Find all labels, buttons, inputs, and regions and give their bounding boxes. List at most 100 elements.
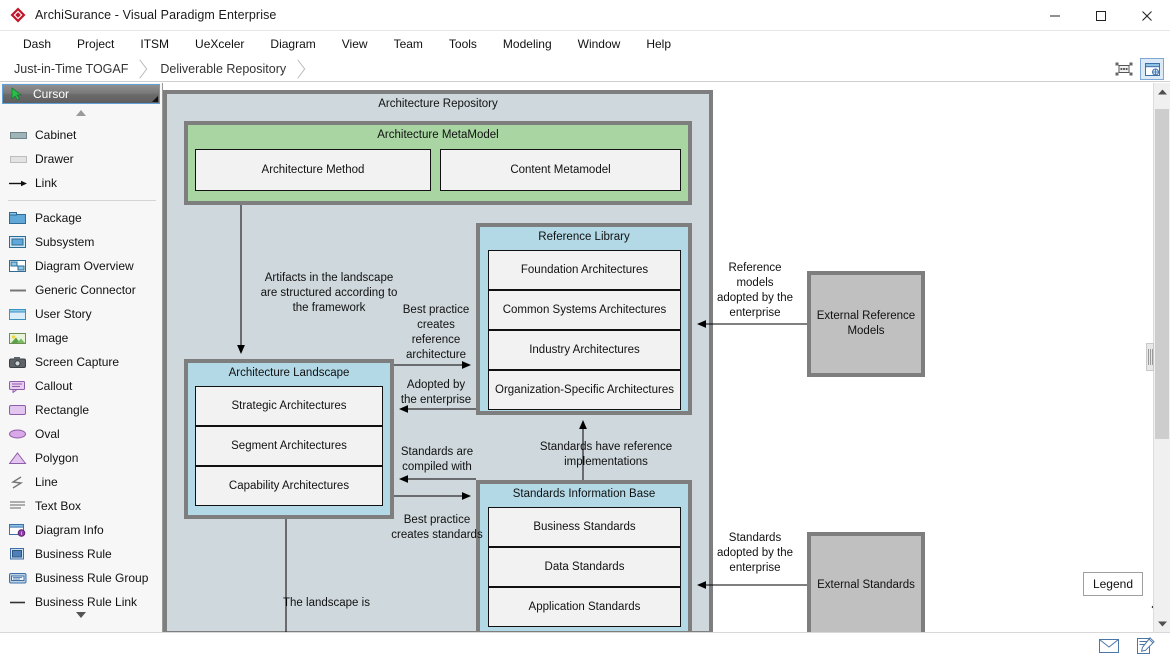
- menu-item-view[interactable]: View: [329, 33, 381, 55]
- close-button[interactable]: [1124, 0, 1170, 31]
- cell-content-metamodel[interactable]: Content Metamodel: [440, 149, 681, 191]
- business-rule-icon: [8, 546, 28, 562]
- shape-reference-library-label: Reference Library: [538, 231, 630, 243]
- cell-data-standards[interactable]: Data Standards: [488, 547, 681, 587]
- shape-architecture-landscape-label: Architecture Landscape: [228, 367, 350, 379]
- palette-item-drawer[interactable]: Drawer: [0, 147, 162, 171]
- scroll-up-arrow-icon[interactable]: [1154, 83, 1170, 100]
- palette-scroll-down-arrow-icon[interactable]: [0, 606, 162, 624]
- palette-item-label: Business Rule Group: [35, 571, 149, 585]
- diagram-canvas-area[interactable]: Architecture Repository Architecture Met…: [163, 83, 1170, 632]
- palette-item-link[interactable]: Link: [0, 171, 162, 195]
- menu-bar: Dash Project ITSM UeXceler Diagram View …: [0, 31, 1170, 56]
- minimize-button[interactable]: [1032, 0, 1078, 31]
- canvas-vertical-scrollbar[interactable]: [1146, 83, 1170, 632]
- scroll-down-arrow-icon[interactable]: [1154, 615, 1170, 632]
- palette-item-text-box[interactable]: Text Box: [0, 494, 162, 518]
- palette-item-generic-connector[interactable]: Generic Connector: [0, 278, 162, 302]
- menu-item-diagram[interactable]: Diagram: [257, 33, 328, 55]
- image-icon: [8, 330, 28, 346]
- user-story-icon: [8, 306, 28, 322]
- palette-expand-corner-icon[interactable]: [152, 96, 158, 102]
- link-arrow-icon: [8, 175, 28, 191]
- callout-icon: [8, 378, 28, 394]
- menu-item-team[interactable]: Team: [381, 33, 436, 55]
- maximize-button[interactable]: [1078, 0, 1124, 31]
- shape-external-reference-models[interactable]: External Reference Models: [807, 271, 925, 377]
- legend-button[interactable]: Legend: [1082, 572, 1143, 596]
- menu-item-project[interactable]: Project: [64, 33, 127, 55]
- palette-item-diagram-info[interactable]: i Diagram Info: [0, 518, 162, 542]
- palette-item-label: Link: [35, 176, 58, 190]
- cell-business-standards[interactable]: Business Standards: [488, 507, 681, 547]
- fit-diagram-icon[interactable]: [1112, 58, 1136, 80]
- cell-common-systems-architectures[interactable]: Common Systems Architectures: [488, 290, 681, 330]
- main-area: Cursor Cabinet Drawer Link Package Subsy…: [0, 83, 1170, 632]
- palette-item-package[interactable]: Package: [0, 206, 162, 230]
- cell-segment-architectures[interactable]: Segment Architectures: [195, 426, 383, 466]
- diagram-canvas[interactable]: Architecture Repository Architecture Met…: [163, 83, 1170, 632]
- svg-text:i: i: [21, 531, 22, 537]
- cell-industry-architectures[interactable]: Industry Architectures: [488, 330, 681, 370]
- menu-item-window[interactable]: Window: [565, 33, 634, 55]
- label-standards-adopted: Standards adopted by the enterprise: [716, 532, 794, 574]
- palette-item-subsystem[interactable]: Subsystem: [0, 230, 162, 254]
- label-standards-have-reference: Standards have reference implementations: [539, 441, 673, 468]
- line-icon: [8, 474, 28, 490]
- window-controls: [1032, 0, 1170, 31]
- palette-item-callout[interactable]: Callout: [0, 374, 162, 398]
- breadcrumb-item-repository[interactable]: Deliverable Repository: [148, 56, 307, 81]
- title-bar: ArchiSurance - Visual Paradigm Enterpris…: [0, 0, 1170, 31]
- package-icon: [8, 210, 28, 226]
- vp-diamond-logo-icon: [9, 6, 27, 24]
- palette-item-cabinet[interactable]: Cabinet: [0, 123, 162, 147]
- palette-item-rectangle[interactable]: Rectangle: [0, 398, 162, 422]
- menu-item-help[interactable]: Help: [633, 33, 684, 55]
- palette-item-user-story[interactable]: User Story: [0, 302, 162, 326]
- breadcrumb-item-project[interactable]: Just-in-Time TOGAF: [0, 56, 149, 81]
- splitter-grip[interactable]: [1146, 343, 1154, 371]
- palette-item-label: Drawer: [35, 152, 74, 166]
- palette-item-polygon[interactable]: Polygon: [0, 446, 162, 470]
- cell-application-standards[interactable]: Application Standards: [488, 587, 681, 627]
- menu-item-modeling[interactable]: Modeling: [490, 33, 565, 55]
- menu-item-dash[interactable]: Dash: [10, 33, 64, 55]
- shape-architecture-repository-label: Architecture Repository: [378, 98, 498, 110]
- cell-strategic-architectures[interactable]: Strategic Architectures: [195, 386, 383, 426]
- palette-item-label: Subsystem: [35, 235, 95, 249]
- cell-architecture-method[interactable]: Architecture Method: [195, 149, 431, 191]
- palette-item-label: Polygon: [35, 451, 79, 465]
- palette-item-image[interactable]: Image: [0, 326, 162, 350]
- cell-organization-specific-architectures[interactable]: Organization-Specific Architectures: [488, 370, 681, 410]
- menu-item-uexceler[interactable]: UeXceler: [182, 33, 257, 55]
- scrollbar-thumb[interactable]: [1155, 109, 1169, 439]
- palette-item-list: Cabinet Drawer Link Package Subsystem Di…: [0, 122, 162, 614]
- label-best-practice-standards: Best practice creates standards: [391, 514, 483, 541]
- polygon-icon: [8, 450, 28, 466]
- shape-architecture-metamodel-label: Architecture MetaModel: [377, 129, 499, 141]
- cell-foundation-architectures[interactable]: Foundation Architectures: [488, 250, 681, 290]
- label-adopted-by-enterprise: Adopted by the enterprise: [400, 379, 472, 406]
- business-rule-group-icon: [8, 570, 28, 586]
- palette-item-business-rule-group[interactable]: Business Rule Group: [0, 566, 162, 590]
- palette-item-business-rule[interactable]: Business Rule: [0, 542, 162, 566]
- shape-external-standards-label: External Standards: [817, 578, 915, 591]
- palette-item-label: Cabinet: [35, 128, 77, 142]
- open-diagram-panel-icon[interactable]: [1140, 58, 1164, 80]
- menu-item-itsm[interactable]: ITSM: [127, 33, 182, 55]
- diagram-info-icon: i: [8, 522, 28, 538]
- cursor-arrow-icon: [7, 86, 27, 102]
- palette-item-oval[interactable]: Oval: [0, 422, 162, 446]
- menu-item-tools[interactable]: Tools: [436, 33, 490, 55]
- oval-icon: [8, 426, 28, 442]
- edit-note-icon[interactable]: [1134, 636, 1156, 655]
- mail-icon[interactable]: [1098, 637, 1120, 655]
- palette-scroll-up-arrow-icon[interactable]: [0, 104, 162, 122]
- cell-capability-architectures[interactable]: Capability Architectures: [195, 466, 383, 506]
- palette-item-line[interactable]: Line: [0, 470, 162, 494]
- rectangle-icon: [8, 402, 28, 418]
- palette-item-screen-capture[interactable]: Screen Capture: [0, 350, 162, 374]
- palette-item-cursor[interactable]: Cursor: [2, 84, 160, 104]
- palette-item-diagram-overview[interactable]: Diagram Overview: [0, 254, 162, 278]
- shape-external-standards[interactable]: External Standards: [807, 532, 925, 632]
